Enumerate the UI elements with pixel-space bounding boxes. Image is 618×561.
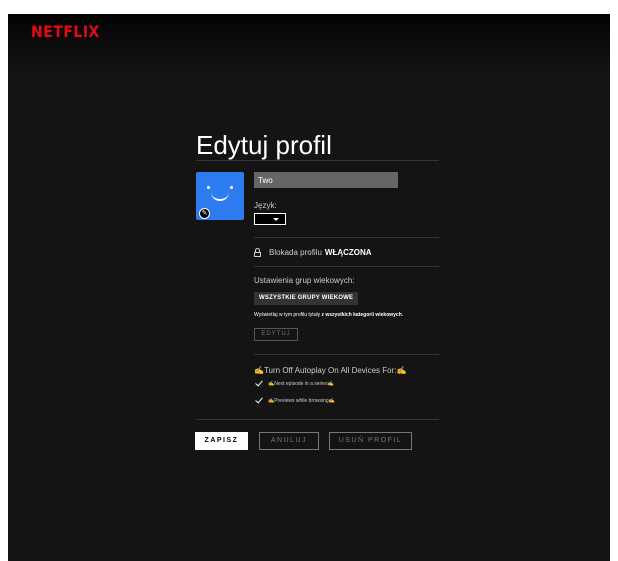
profile-lock-label: Blokada profilu <box>269 248 322 257</box>
autoplay-previews-option[interactable]: ✍Previews while browsing✍ <box>254 396 335 406</box>
cancel-button[interactable]: ANULUJ <box>259 432 319 450</box>
page-title: Edytuj profil <box>196 130 332 160</box>
profile-name-input[interactable] <box>254 172 398 188</box>
delete-profile-button[interactable]: USUŃ PROFIL <box>329 432 412 450</box>
edit-maturity-button[interactable]: EDYTUJ <box>254 328 298 341</box>
lock-icon <box>254 248 261 257</box>
avatar-eye-left <box>207 186 210 189</box>
profile-lock-status: WŁĄCZONA <box>324 248 372 257</box>
profile-lock-row[interactable]: Blokada profilu WŁĄCZONA <box>254 248 372 257</box>
app-frame: NETFLIX <box>8 14 610 561</box>
divider <box>254 354 439 355</box>
language-label: Język: <box>254 201 277 210</box>
autoplay-next-episode-option[interactable]: ✍Next episode in a series✍ <box>254 379 334 389</box>
maturity-settings-label: Ustawienia grup wiekowych: <box>254 276 355 285</box>
divider <box>254 266 439 267</box>
autoplay-option-label: ✍Previews while browsing✍ <box>268 398 335 404</box>
maturity-description: Wyświetlaj w tym profilu tytuły z wszyst… <box>254 312 404 318</box>
avatar-eye-right <box>230 186 233 189</box>
autoplay-title: ✍Turn Off Autoplay On All Devices For:✍ <box>254 366 407 375</box>
netflix-logo[interactable]: NETFLIX <box>31 23 100 41</box>
top-bar: NETFLIX <box>8 14 610 74</box>
divider <box>254 237 439 238</box>
chevron-down-icon <box>273 218 279 221</box>
autoplay-option-label: ✍Next episode in a series✍ <box>268 381 334 387</box>
smiley-face-icon <box>211 192 229 201</box>
divider <box>196 160 439 161</box>
maturity-badge: WSZYSTKIE GRUPY WIEKOWE <box>254 292 359 305</box>
save-button[interactable]: ZAPISZ <box>195 432 248 450</box>
pencil-icon[interactable]: ✎ <box>199 208 210 219</box>
checkmark-icon[interactable] <box>254 396 264 406</box>
language-select[interactable] <box>254 213 286 225</box>
divider <box>196 419 439 420</box>
checkmark-icon[interactable] <box>254 379 264 389</box>
